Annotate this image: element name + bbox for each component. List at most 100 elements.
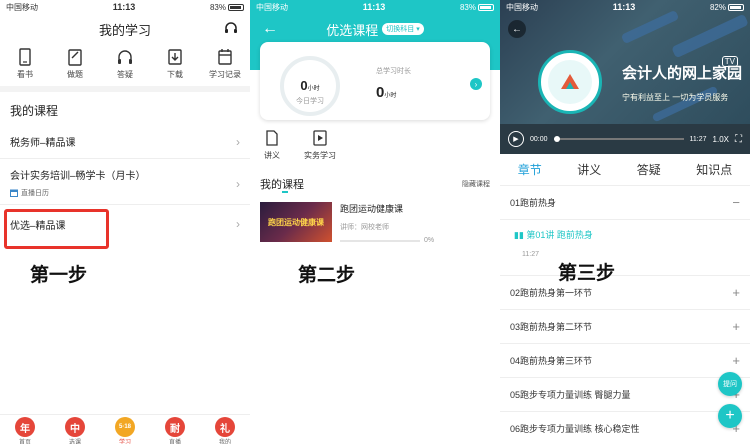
chevron-right-icon: ›: [236, 217, 240, 231]
course-teacher: 讲师：网校老师: [340, 224, 389, 231]
add-button[interactable]: +: [718, 404, 742, 428]
course-title: 跑团运动健康课: [340, 204, 404, 214]
fullscreen-icon[interactable]: ⛶: [735, 134, 742, 145]
mine-tab-icon: 礼: [215, 417, 235, 437]
back-arrow-icon[interactable]: ←: [508, 20, 526, 38]
chapter-row[interactable]: 02跑前热身第一环节 +: [500, 276, 750, 310]
total-time: 11:27: [689, 135, 707, 143]
calendar-icon: [218, 49, 232, 65]
lesson-item[interactable]: ▮▮ 第01讲 跑前热身 11:27: [500, 220, 750, 276]
status-bar: 中国移动 11:13 83%: [0, 0, 250, 14]
tab-courses[interactable]: 中选课: [65, 417, 85, 444]
course-item-tax[interactable]: 税务师–精品课 ›: [0, 125, 250, 159]
video-player[interactable]: 中国移动 11:13 82% ← 会计人的网上家园 宁有利益至上 一切为学员服务…: [500, 0, 750, 154]
book-icon: [19, 48, 31, 66]
video-icon: [313, 130, 327, 146]
quick-download[interactable]: 下载: [151, 48, 199, 80]
chapter-row[interactable]: 01跑前热身 −: [500, 186, 750, 220]
total-study-time: 总学习时长 0小时: [376, 68, 411, 101]
practice-button[interactable]: 实务学习: [304, 130, 336, 161]
battery-percent: 83%: [209, 2, 226, 12]
battery-icon: [227, 3, 244, 11]
download-icon: [168, 49, 182, 65]
page-title: 优选课程: [326, 22, 379, 38]
chevron-right-icon: ›: [236, 134, 240, 149]
clock: 11:13: [112, 2, 136, 12]
home-tab-icon: 年: [15, 417, 35, 437]
step-label: 第三步: [558, 263, 616, 284]
expand-icon[interactable]: +: [732, 285, 740, 300]
premium-course-screen: 中国移动 11:13 83% ← 优选课程 切换科目 ▾ 0小时 今日学习 总学…: [250, 0, 500, 444]
tab-knowledge[interactable]: 知识点: [696, 161, 732, 178]
ask-question-button[interactable]: 提问: [718, 372, 742, 396]
playing-icon: ▮▮: [514, 230, 527, 240]
step-label: 第二步: [298, 265, 356, 286]
chapter-row[interactable]: 03跑前热身第二环节 +: [500, 310, 750, 344]
brand-logo: [538, 50, 602, 114]
tools-row: 讲义 实务学习: [264, 130, 336, 161]
handout-button[interactable]: 讲义: [264, 130, 280, 161]
clipboard-icon: [68, 49, 82, 66]
content-tabs: 章节 讲义 答疑 知识点: [500, 154, 750, 186]
headphones-icon: [118, 50, 132, 64]
my-courses-heading: 我的课程: [260, 179, 304, 191]
chevron-right-icon: ›: [236, 177, 240, 191]
step-label: 第一步: [30, 265, 88, 286]
battery-icon: [727, 3, 744, 11]
slogan: 宁有利益至上 一切为学员服务: [622, 93, 729, 102]
collapse-icon[interactable]: −: [732, 195, 740, 210]
tab-qa[interactable]: 答疑: [637, 161, 661, 178]
tab-chapters[interactable]: 章节: [518, 161, 542, 178]
page-title: 我的学习: [98, 22, 151, 38]
highlight-box: [4, 209, 109, 249]
hide-courses-link[interactable]: 隐藏课程: [462, 179, 490, 189]
live-calendar-link[interactable]: 直播日历: [21, 188, 49, 198]
tab-study[interactable]: 5·18 学习: [115, 417, 135, 444]
quick-records[interactable]: 学习记录: [201, 48, 249, 80]
quick-qa[interactable]: 答疑: [101, 48, 149, 80]
today-ring: 0小时 今日学习: [280, 56, 340, 116]
chevron-right-icon[interactable]: ›: [470, 78, 482, 90]
seek-bar[interactable]: [553, 136, 684, 142]
course-thumbnail[interactable]: 跑团运动健康课: [260, 202, 332, 242]
calendar-icon: [10, 189, 18, 197]
progress-text: 0%: [424, 237, 435, 244]
my-study-screen: 中国移动 11:13 83% 我的学习 看书 做题 答疑 下载 学习记录 我的课…: [0, 0, 250, 444]
headset-icon[interactable]: [224, 21, 238, 35]
tab-live[interactable]: 耐直播: [165, 417, 185, 444]
switch-subject-button[interactable]: 切换科目 ▾: [382, 23, 424, 35]
speed-button[interactable]: 1.0X: [713, 135, 729, 144]
current-time: 00:00: [530, 135, 548, 143]
player-controls: ▶ 00:00 11:27 1.0X ⛶: [500, 124, 750, 154]
back-arrow-icon[interactable]: ←: [262, 20, 278, 38]
status-bar: 中国移动 11:13 83%: [250, 0, 500, 14]
progress-bar: [340, 239, 420, 242]
lesson-duration: 11:27: [522, 251, 539, 258]
chapter-row[interactable]: 05跑步专项力量训练 臀腿力量 +: [500, 378, 750, 412]
document-icon: [266, 130, 278, 146]
quick-book[interactable]: 看书: [1, 48, 49, 80]
battery-icon: [477, 3, 494, 11]
quick-exercise[interactable]: 做题: [51, 48, 99, 80]
tab-home[interactable]: 年首页: [15, 417, 35, 444]
course-item-accounting[interactable]: 会计实务培训–畅学卡（月卡） 直播日历 ›: [0, 159, 250, 205]
tv-icon[interactable]: TV: [721, 56, 738, 67]
course-player-screen: 中国移动 11:13 82% ← 会计人的网上家园 宁有利益至上 一切为学员服务…: [500, 0, 750, 444]
my-courses-heading: 我的课程: [10, 104, 59, 118]
tab-handouts[interactable]: 讲义: [577, 161, 601, 178]
course-info[interactable]: 跑团运动健康课 讲师：网校老师 0%: [340, 202, 488, 244]
live-tab-icon: 耐: [165, 417, 185, 437]
carrier: 中国移动: [6, 2, 38, 12]
study-time-card: 0小时 今日学习 总学习时长 0小时 ›: [260, 42, 490, 120]
heading-underline: [282, 191, 288, 193]
expand-icon[interactable]: +: [732, 319, 740, 334]
quick-actions: 看书 做题 答疑 下载 学习记录: [0, 44, 250, 92]
chapter-row[interactable]: 04跑前热身第三环节 +: [500, 344, 750, 378]
bottom-tab-bar: 年首页 中选课 5·18 学习 耐直播 礼我的: [0, 414, 250, 444]
tab-mine[interactable]: 礼我的: [215, 417, 235, 444]
chapter-row[interactable]: 06跑步专项力量训练 核心稳定性 +: [500, 412, 750, 444]
status-bar: 中国移动 11:13 82%: [500, 0, 750, 14]
play-icon[interactable]: ▶: [508, 131, 524, 147]
study-tab-icon: 5·18: [115, 417, 135, 437]
expand-icon[interactable]: +: [732, 353, 740, 368]
